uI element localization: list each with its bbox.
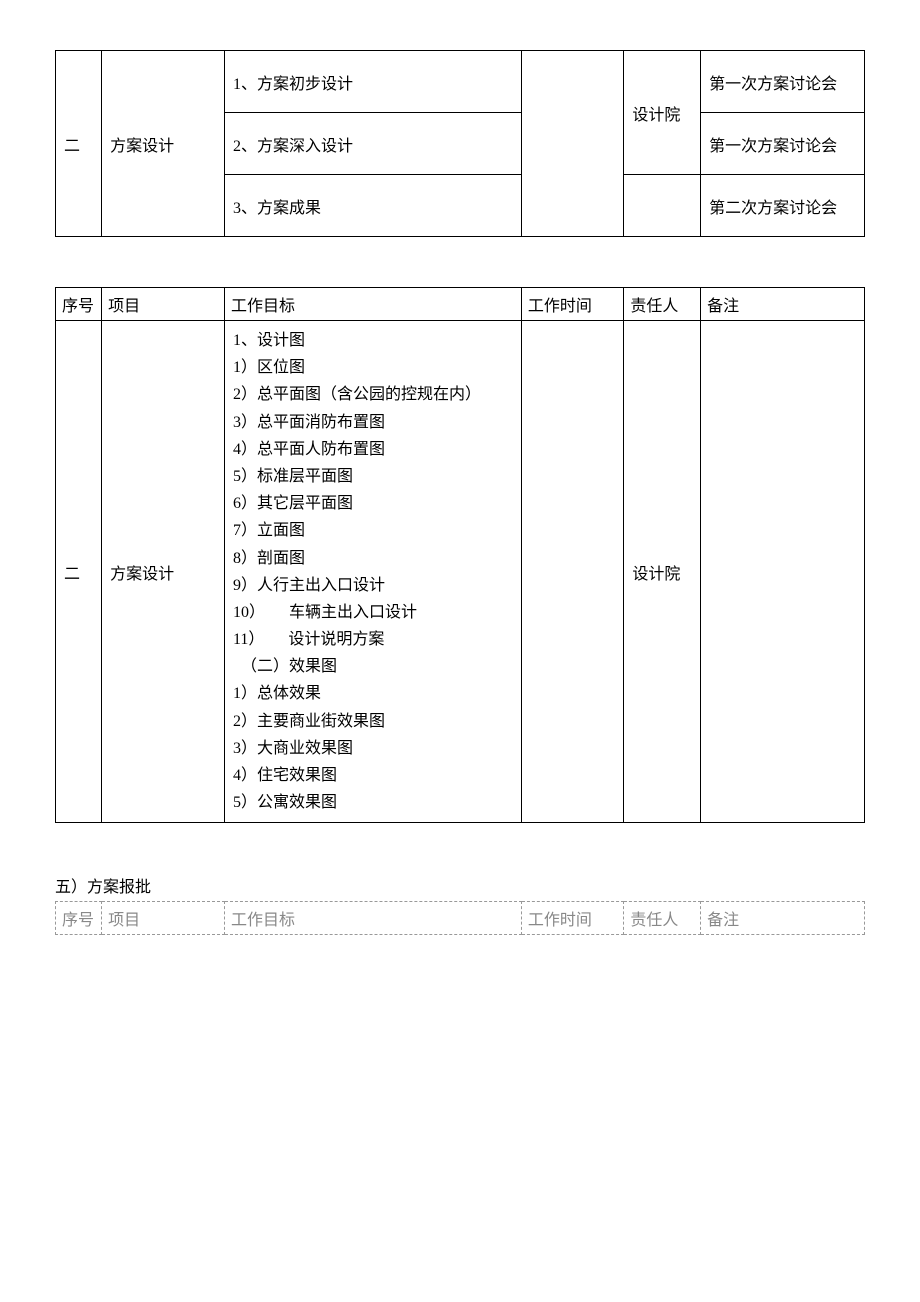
- cell-time: [521, 51, 623, 237]
- table-header-row: 序号 项目 工作目标 工作时间 责任人 备注: [56, 288, 865, 321]
- cell-goal: 1、设计图 1）区位图 2）总平面图（含公园的控规在内） 3）总平面消防布置图 …: [224, 321, 521, 823]
- header-seq: 序号: [56, 902, 102, 935]
- cell-seq: 二: [56, 51, 102, 237]
- cell-responsible-empty: [624, 175, 701, 237]
- cell-seq: 二: [56, 321, 102, 823]
- header-responsible: 责任人: [624, 902, 701, 935]
- header-time: 工作时间: [521, 902, 623, 935]
- cell-note: 第一次方案讨论会: [701, 113, 865, 175]
- cell-project: 方案设计: [102, 321, 225, 823]
- table-scheme-design-summary: 二 方案设计 1、方案初步设计 设计院 第一次方案讨论会 2、方案深入设计 第一…: [55, 50, 865, 237]
- table-scheme-design-detail: 序号 项目 工作目标 工作时间 责任人 备注 二 方案设计 1、设计图 1）区位…: [55, 287, 865, 823]
- header-responsible: 责任人: [624, 288, 701, 321]
- table-row: 二 方案设计 1、方案初步设计 设计院 第一次方案讨论会: [56, 51, 865, 113]
- cell-goal: 3、方案成果: [224, 175, 521, 237]
- header-seq: 序号: [56, 288, 102, 321]
- header-project: 项目: [102, 288, 225, 321]
- header-note: 备注: [701, 902, 865, 935]
- header-project: 项目: [102, 902, 225, 935]
- cell-note: 第二次方案讨论会: [701, 175, 865, 237]
- header-goal: 工作目标: [224, 902, 521, 935]
- cell-note: 第一次方案讨论会: [701, 51, 865, 113]
- cell-responsible: 设计院: [624, 51, 701, 175]
- table-scheme-approval: 序号 项目 工作目标 工作时间 责任人 备注: [55, 901, 865, 935]
- cell-goal: 1、方案初步设计: [224, 51, 521, 113]
- cell-time: [521, 321, 623, 823]
- table-row: 二 方案设计 1、设计图 1）区位图 2）总平面图（含公园的控规在内） 3）总平…: [56, 321, 865, 823]
- header-time: 工作时间: [521, 288, 623, 321]
- cell-goal: 2、方案深入设计: [224, 113, 521, 175]
- section-heading-approval: 五）方案报批: [55, 873, 865, 897]
- cell-note: [701, 321, 865, 823]
- cell-responsible: 设计院: [624, 321, 701, 823]
- header-goal: 工作目标: [224, 288, 521, 321]
- header-note: 备注: [701, 288, 865, 321]
- table-header-row: 序号 项目 工作目标 工作时间 责任人 备注: [56, 902, 865, 935]
- cell-project: 方案设计: [102, 51, 225, 237]
